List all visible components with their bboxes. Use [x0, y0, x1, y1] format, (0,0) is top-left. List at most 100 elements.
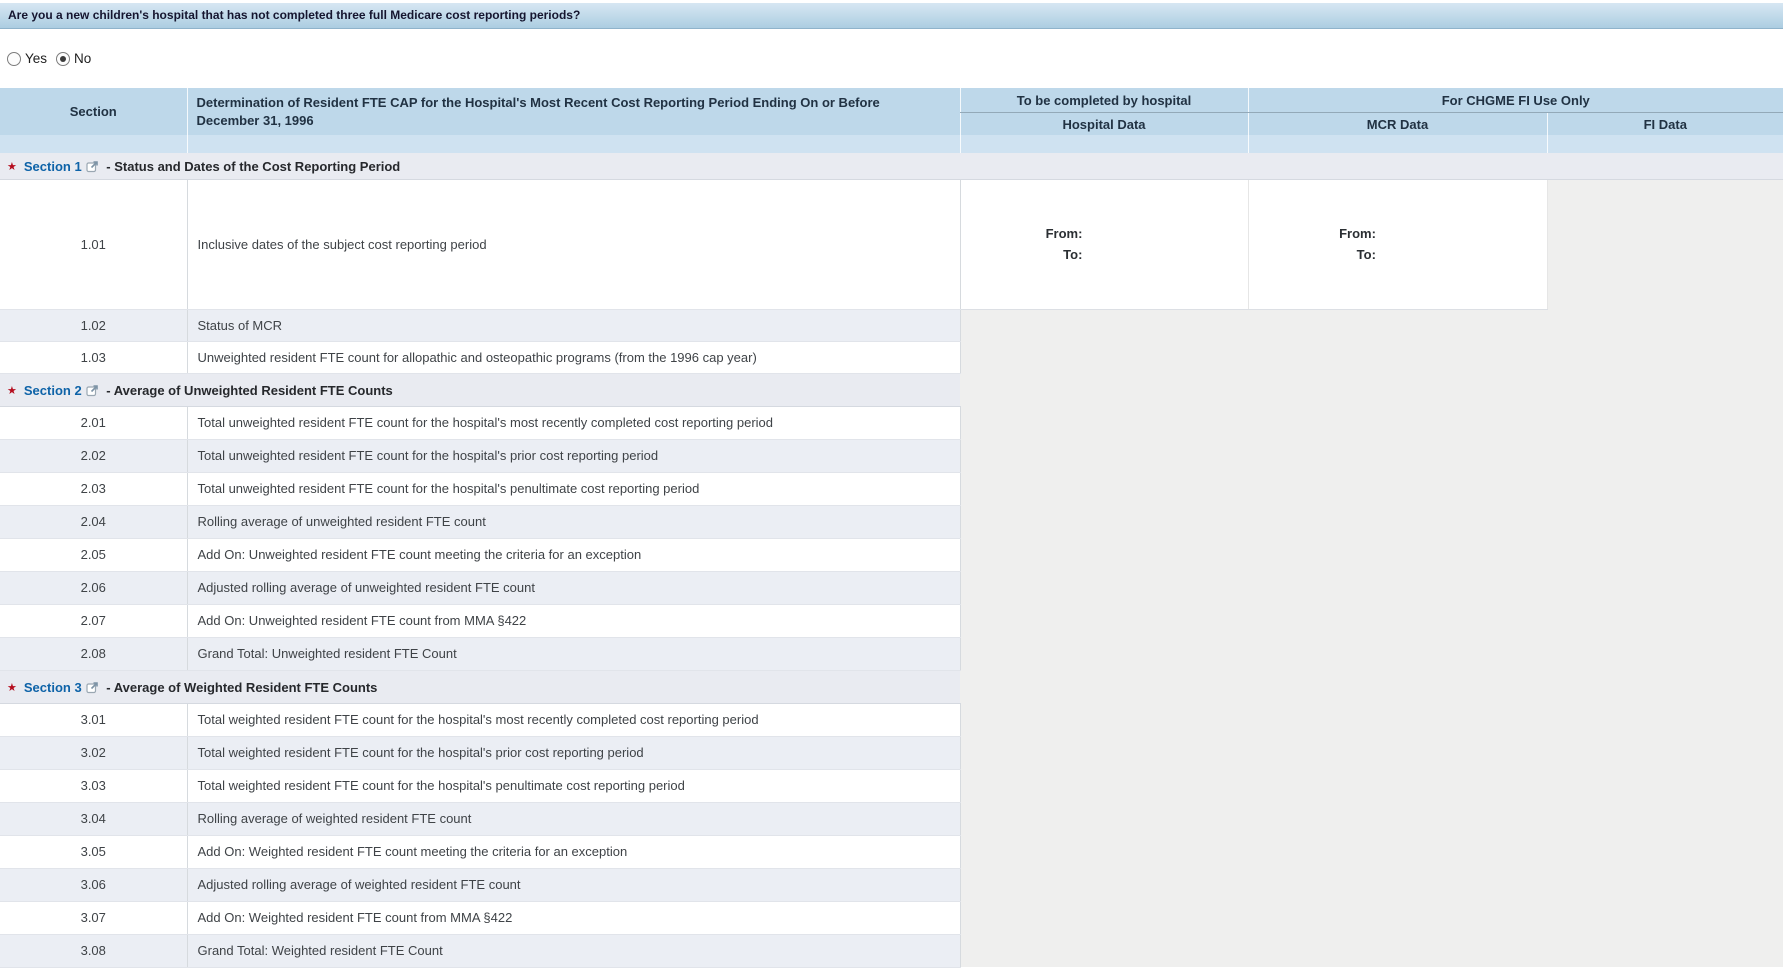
fi-data-cell: [1547, 179, 1783, 309]
section-band: ★ Section 1 - Status and Dates of the Cos…: [0, 153, 1783, 179]
redacted-cell: [960, 736, 1783, 769]
column-header-fi-data: FI Data: [1547, 113, 1783, 136]
column-header-section: Section: [0, 88, 187, 135]
section-header-row: ★ Section 3 - Average of Weighted Residen…: [0, 670, 1783, 703]
redacted-cell: [960, 703, 1783, 736]
row-description-cell: Add On: Unweighted resident FTE count fr…: [187, 604, 960, 637]
column-header-hospital-data: Hospital Data: [960, 113, 1248, 136]
row-number-cell: 3.05: [0, 835, 187, 868]
redacted-cell: [960, 309, 1783, 341]
section-link-3[interactable]: Section 3: [24, 680, 82, 695]
redacted-cell: [960, 670, 1783, 703]
to-label: To:: [1046, 244, 1083, 265]
column-header-determination: Determination of Resident FTE CAP for th…: [187, 88, 960, 135]
required-star-icon: ★: [7, 161, 17, 173]
row-number-cell: 2.06: [0, 571, 187, 604]
row-number-cell: 1.02: [0, 309, 187, 341]
redacted-cell: [960, 538, 1783, 571]
row-description-cell: Adjusted rolling average of weighted res…: [187, 868, 960, 901]
redacted-cell: [960, 373, 1783, 406]
external-link-icon[interactable]: [86, 681, 99, 694]
row-description-cell: Total weighted resident FTE count for th…: [187, 736, 960, 769]
section-band: ★ Section 2 - Average of Unweighted Resid…: [0, 373, 960, 406]
row-number-cell: 2.04: [0, 505, 187, 538]
table-row-1.02: 1.02Status of MCR: [0, 309, 1783, 341]
radio-label: No: [74, 51, 91, 66]
required-star-icon: ★: [7, 682, 17, 694]
external-link-icon[interactable]: [86, 160, 99, 173]
table-row-2.02: 2.02Total unweighted resident FTE count …: [0, 439, 1783, 472]
table-row-2.08: 2.08Grand Total: Unweighted resident FTE…: [0, 637, 1783, 670]
row-description-cell: Rolling average of unweighted resident F…: [187, 505, 960, 538]
row-description-cell: Grand Total: Weighted resident FTE Count: [187, 934, 960, 967]
row-number-cell: 2.03: [0, 472, 187, 505]
external-link-icon[interactable]: [86, 384, 99, 397]
row-description-cell: Total unweighted resident FTE count for …: [187, 406, 960, 439]
section-link-2[interactable]: Section 2: [24, 383, 82, 398]
table-row-2.05: 2.05Add On: Unweighted resident FTE coun…: [0, 538, 1783, 571]
redacted-cell: [960, 604, 1783, 637]
redacted-cell: [960, 802, 1783, 835]
table-row-2.03: 2.03Total unweighted resident FTE count …: [0, 472, 1783, 505]
table-row-2.04: 2.04Rolling average of unweighted reside…: [0, 505, 1783, 538]
from-label: From:: [1046, 223, 1083, 244]
section-title: - Average of Unweighted Resident FTE Cou…: [103, 383, 393, 398]
section-title: - Average of Weighted Resident FTE Count…: [103, 680, 378, 695]
row-description-cell: Inclusive dates of the subject cost repo…: [187, 179, 960, 309]
redacted-cell: [960, 637, 1783, 670]
row-number-cell: 3.08: [0, 934, 187, 967]
mcr-data-cell: From: To:: [1248, 179, 1547, 309]
row-number-cell: 2.07: [0, 604, 187, 637]
radio-button-icon[interactable]: [56, 52, 70, 66]
row-description-cell: Status of MCR: [187, 309, 960, 341]
row-number-cell: 3.01: [0, 703, 187, 736]
table-row-3.04: 3.04Rolling average of weighted resident…: [0, 802, 1783, 835]
row-number-cell: 3.03: [0, 769, 187, 802]
table-row-2.01: 2.01Total unweighted resident FTE count …: [0, 406, 1783, 439]
row-number-cell: 2.01: [0, 406, 187, 439]
row-number-cell: 1.03: [0, 341, 187, 373]
question-bar: Are you a new children's hospital that h…: [0, 3, 1783, 29]
row-description-cell: Total unweighted resident FTE count for …: [187, 439, 960, 472]
section-band: ★ Section 3 - Average of Weighted Residen…: [0, 670, 960, 703]
header-spacer-row: [0, 135, 1783, 153]
question-text: Are you a new children's hospital that h…: [8, 8, 580, 22]
redacted-cell: [960, 505, 1783, 538]
row-description-cell: Total weighted resident FTE count for th…: [187, 769, 960, 802]
required-star-icon: ★: [7, 385, 17, 397]
row-description-cell: Total unweighted resident FTE count for …: [187, 472, 960, 505]
table-row-1.01: 1.01Inclusive dates of the subject cost …: [0, 179, 1783, 309]
redacted-cell: [960, 901, 1783, 934]
radio-no[interactable]: No: [56, 51, 91, 66]
row-description-cell: Total weighted resident FTE count for th…: [187, 703, 960, 736]
redacted-cell: [960, 406, 1783, 439]
row-description-cell: Add On: Weighted resident FTE count from…: [187, 901, 960, 934]
redacted-cell: [960, 472, 1783, 505]
hospital-data-cell: From: To:: [960, 179, 1248, 309]
table-row-3.01: 3.01Total weighted resident FTE count fo…: [0, 703, 1783, 736]
to-label: To:: [1339, 244, 1376, 265]
redacted-cell: [960, 835, 1783, 868]
table-row-2.07: 2.07Add On: Unweighted resident FTE coun…: [0, 604, 1783, 637]
row-number-cell: 3.07: [0, 901, 187, 934]
radio-yes[interactable]: Yes: [7, 51, 47, 66]
row-description-cell: Add On: Unweighted resident FTE count me…: [187, 538, 960, 571]
radio-button-icon[interactable]: [7, 52, 21, 66]
radio-label: Yes: [25, 51, 47, 66]
redacted-cell: [960, 571, 1783, 604]
section-link-1[interactable]: Section 1: [24, 159, 82, 174]
row-description-cell: Adjusted rolling average of unweighted r…: [187, 571, 960, 604]
group-header-hospital: To be completed by hospital: [960, 88, 1248, 113]
section-header-row: ★ Section 2 - Average of Unweighted Resid…: [0, 373, 1783, 406]
table-row-3.08: 3.08Grand Total: Weighted resident FTE C…: [0, 934, 1783, 967]
row-number-cell: 2.08: [0, 637, 187, 670]
redacted-cell: [960, 769, 1783, 802]
table-row-3.03: 3.03Total weighted resident FTE count fo…: [0, 769, 1783, 802]
table-row-3.02: 3.02Total weighted resident FTE count fo…: [0, 736, 1783, 769]
redacted-cell: [960, 341, 1783, 373]
row-number-cell: 3.04: [0, 802, 187, 835]
row-description-cell: Add On: Weighted resident FTE count meet…: [187, 835, 960, 868]
row-number-cell: 1.01: [0, 179, 187, 309]
section-title: - Status and Dates of the Cost Reporting…: [103, 159, 401, 174]
redacted-cell: [960, 439, 1783, 472]
